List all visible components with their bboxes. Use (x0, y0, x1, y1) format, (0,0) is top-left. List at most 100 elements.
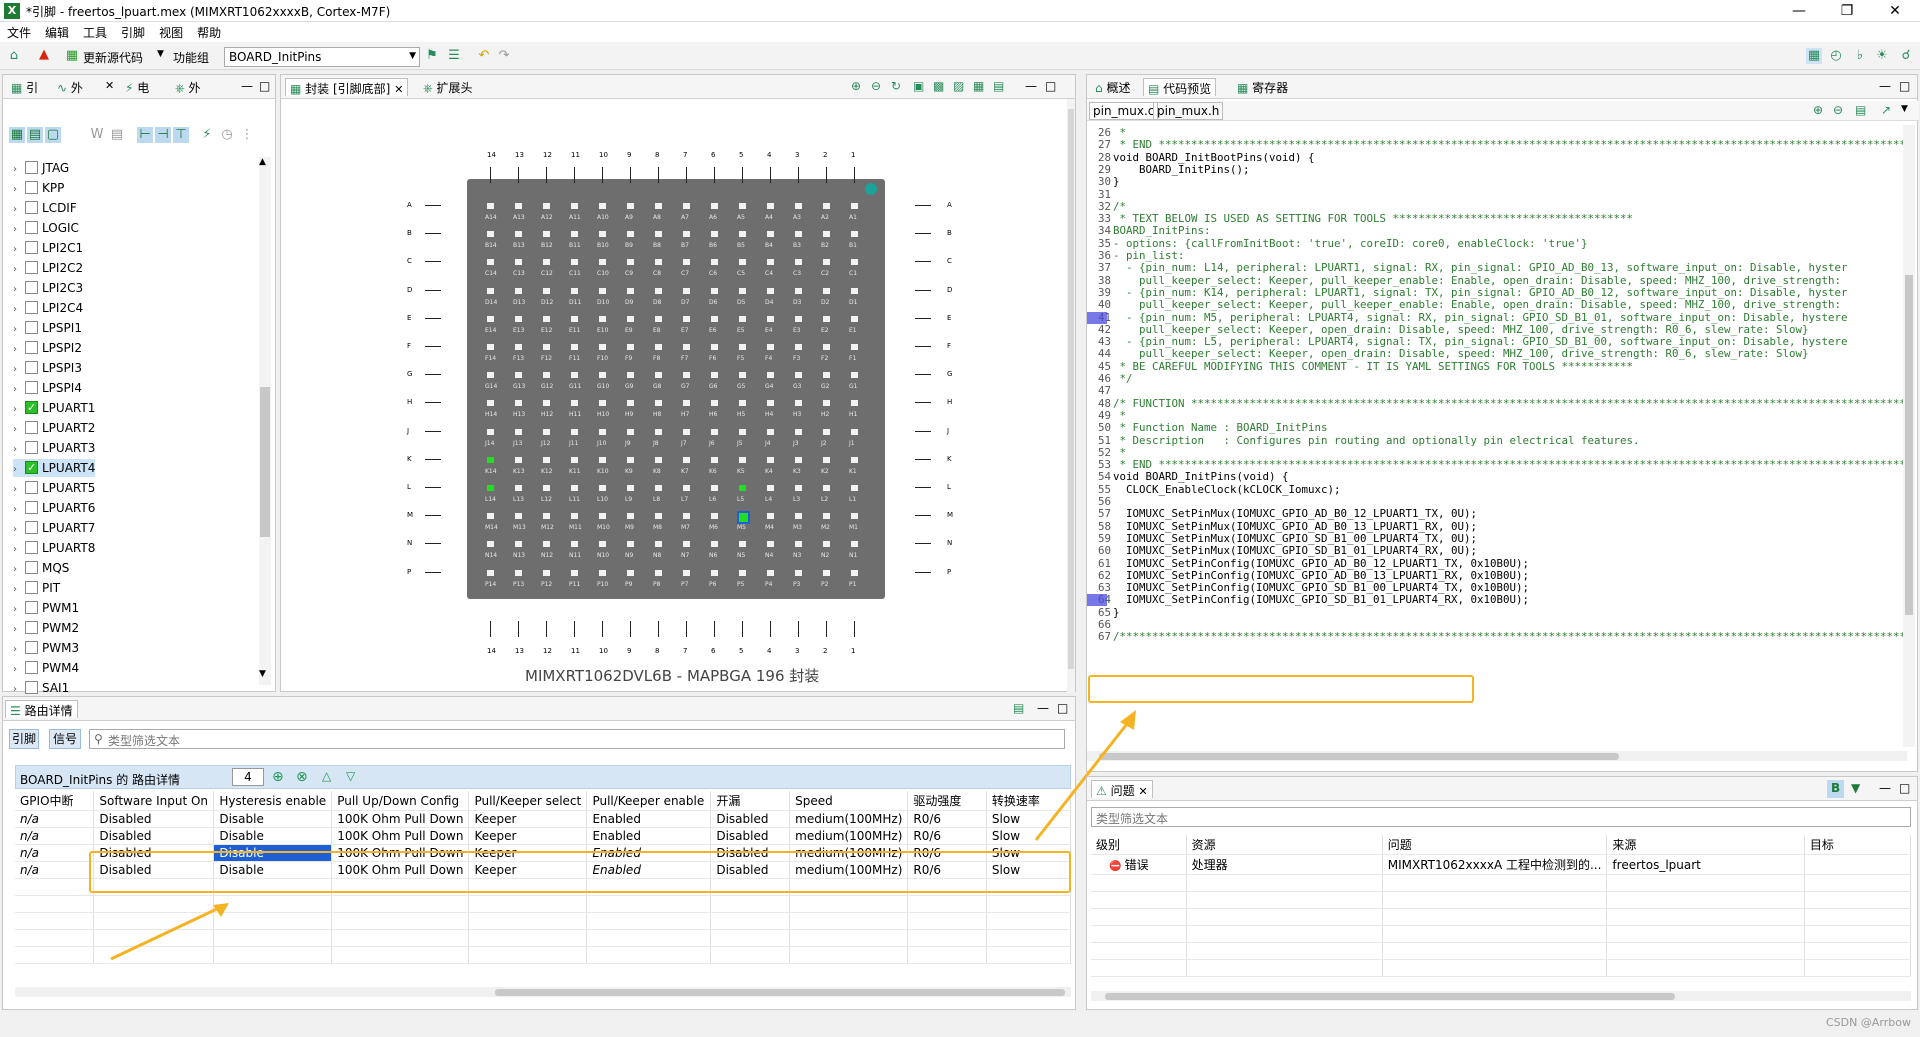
expand-arrow-icon[interactable]: › (13, 641, 25, 659)
bga-pin[interactable] (683, 344, 690, 350)
expand-arrow-icon[interactable]: › (13, 261, 25, 279)
table-cell[interactable] (1606, 942, 1805, 960)
bga-pin[interactable] (683, 513, 690, 520)
table-cell[interactable] (15, 878, 95, 896)
bga-pin[interactable] (515, 485, 522, 491)
bga-pin[interactable] (823, 485, 830, 491)
table-cell[interactable] (1186, 908, 1383, 926)
bga-pin[interactable] (683, 287, 690, 294)
bga-pin[interactable] (683, 428, 690, 435)
bga-pin[interactable] (739, 259, 746, 266)
expand-arrow-icon[interactable]: › (13, 441, 25, 459)
bga-pin[interactable] (571, 485, 578, 491)
peripheral-checkbox[interactable] (25, 621, 38, 634)
table-cell[interactable] (331, 912, 470, 930)
bga-pin[interactable] (627, 315, 634, 322)
expand-arrow-icon[interactable]: › (13, 361, 25, 379)
table-cell[interactable] (986, 912, 1072, 930)
peripheral-item[interactable]: › LPSPI1 (13, 319, 82, 337)
scroll-thumb[interactable] (1099, 753, 1619, 760)
table-cell[interactable] (710, 912, 791, 930)
peripheral-checkbox[interactable] (25, 561, 38, 574)
view-menu-icon[interactable]: ▤ (1009, 700, 1028, 718)
bga-pin[interactable] (515, 513, 522, 520)
bga-pin[interactable] (599, 513, 606, 520)
peripheral-checkbox[interactable] (25, 421, 38, 434)
bga-pin[interactable] (627, 203, 634, 209)
table-cell[interactable]: medium(100MHz) (789, 827, 909, 845)
bga-pin[interactable] (683, 456, 690, 463)
signal-icon[interactable]: W (89, 127, 105, 143)
bga-pin[interactable] (627, 456, 634, 463)
table-cell[interactable] (331, 946, 470, 964)
link-both-icon[interactable]: ⊤ (173, 127, 189, 143)
peripheral-item[interactable]: › PIT (13, 579, 60, 597)
bga-pin[interactable] (655, 315, 662, 322)
table-cell[interactable] (468, 946, 588, 964)
peripheral-item[interactable]: › LPI2C3 (13, 279, 83, 297)
bga-pin[interactable] (739, 400, 746, 407)
bga-pin[interactable] (543, 428, 550, 435)
bga-pin[interactable] (851, 344, 858, 350)
bga-pin[interactable] (739, 287, 746, 294)
table-cell[interactable] (907, 895, 987, 913)
bga-pin[interactable] (487, 428, 494, 435)
bga-pin[interactable] (683, 541, 690, 548)
expand-arrow-icon[interactable]: › (13, 541, 25, 559)
problems-hscrollbar[interactable] (1091, 991, 1911, 1001)
bga-pin[interactable] (571, 372, 578, 379)
table-cell[interactable]: n/a (15, 844, 95, 862)
expand-arrow-icon[interactable]: › (13, 181, 25, 199)
bga-pin[interactable] (487, 372, 494, 379)
bga-pin[interactable] (795, 569, 802, 576)
bga-pin[interactable] (627, 400, 634, 407)
minimize-panel-icon[interactable]: — (1875, 78, 1895, 96)
bga-pin[interactable] (739, 203, 746, 209)
bga-pin[interactable] (851, 485, 858, 491)
table-view-icon[interactable]: ▦ (9, 127, 25, 143)
code-hscrollbar[interactable] (1087, 751, 1907, 761)
table-cell[interactable] (1091, 891, 1187, 909)
table-cell[interactable] (1804, 959, 1912, 977)
peripherals-perspective-icon[interactable]: ♭ (1852, 48, 1868, 64)
table-cell[interactable]: Disable (213, 827, 333, 845)
menu-file[interactable]: 文件 (0, 22, 38, 43)
bga-pin[interactable] (851, 569, 858, 576)
shield-icon[interactable]: ☌ (1898, 48, 1914, 64)
bga-pin[interactable] (851, 400, 858, 407)
bga-pin[interactable] (823, 344, 830, 350)
code-editor[interactable]: 26 * 27 * END ***************************… (1087, 125, 1907, 747)
peripheral-item[interactable]: › PWM2 (13, 619, 79, 637)
bga-pin[interactable] (515, 372, 522, 379)
table-cell[interactable]: Enabled (586, 810, 712, 828)
peripheral-item[interactable]: › LOGIC (13, 219, 79, 237)
bga-pin[interactable] (515, 569, 522, 576)
bga-pin[interactable] (795, 372, 802, 379)
tab-registers[interactable]: ▦ 寄存器 (1233, 78, 1292, 96)
tab-problems[interactable]: ⚠ 问题 ✕ (1091, 780, 1153, 798)
column-header[interactable]: 开漏 (710, 791, 791, 811)
table-cell[interactable] (1804, 891, 1912, 909)
bga-pin[interactable] (655, 513, 662, 520)
table-cell[interactable] (1091, 908, 1187, 926)
bga-pin[interactable] (487, 569, 494, 576)
pin-view-icon[interactable]: ▦ (969, 78, 988, 96)
route-count-field[interactable]: 4 (232, 768, 264, 786)
bga-pin[interactable] (739, 569, 746, 576)
bga-pin[interactable] (711, 513, 718, 520)
peripheral-checkbox[interactable] (25, 201, 38, 214)
table-cell[interactable] (468, 895, 588, 913)
bga-pin[interactable] (487, 456, 494, 463)
table-cell[interactable] (468, 929, 588, 947)
table-cell[interactable] (586, 946, 712, 964)
peripheral-item[interactable]: › LPI2C2 (13, 259, 83, 277)
bga-pin[interactable] (571, 315, 578, 322)
column-header[interactable]: 问题 (1382, 835, 1608, 855)
table-cell[interactable] (1804, 854, 1912, 875)
scroll-up-icon[interactable]: ▲ (259, 157, 266, 167)
bga-pin[interactable] (543, 287, 550, 294)
bga-pin[interactable] (683, 203, 690, 209)
bga-pin[interactable] (739, 231, 746, 238)
bus-icon[interactable]: ▤ (109, 127, 125, 143)
peripheral-checkbox[interactable] (25, 321, 38, 334)
